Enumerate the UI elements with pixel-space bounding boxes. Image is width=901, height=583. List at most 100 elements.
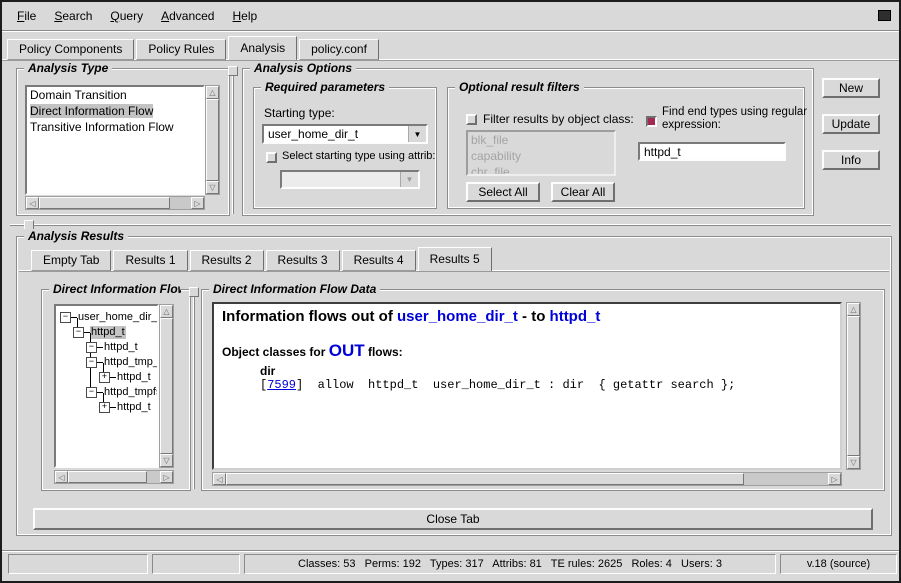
- regex-input[interactable]: httpd_t: [638, 142, 786, 161]
- scroll-thumb[interactable]: [39, 197, 170, 209]
- flow-sash[interactable]: [193, 289, 195, 489]
- flow-data-text[interactable]: Information flows out of user_home_dir_t…: [212, 302, 842, 470]
- results-tab-results-2[interactable]: Results 2: [190, 250, 264, 271]
- results-pane-sash[interactable]: [10, 224, 891, 226]
- scroll-down-icon[interactable]: ▽: [847, 456, 860, 469]
- tab-policy-rules[interactable]: Policy Rules: [136, 39, 226, 60]
- tree-node-label[interactable]: httpd_t: [103, 341, 139, 354]
- scroll-track[interactable]: [226, 473, 828, 485]
- object-class-checkbox-label[interactable]: Filter results by object class:: [483, 112, 634, 126]
- results-tab-results-5[interactable]: Results 5: [418, 247, 492, 271]
- scroll-thumb[interactable]: [206, 99, 219, 181]
- scroll-track[interactable]: [847, 316, 860, 456]
- results-tab-results-3[interactable]: Results 3: [266, 250, 340, 271]
- attrib-combobox: ▼: [280, 170, 420, 189]
- starting-type-combobox[interactable]: user_home_dir_t ▼: [262, 124, 428, 144]
- flow-sash-handle[interactable]: [189, 287, 199, 297]
- chevron-down-icon[interactable]: ▼: [408, 126, 426, 142]
- new-button[interactable]: New: [822, 78, 880, 98]
- scroll-up-icon[interactable]: △: [847, 303, 860, 316]
- analysis-type-item-transitive-information-flow[interactable]: Transitive Information Flow: [27, 119, 203, 135]
- top-pane-sash[interactable]: [232, 66, 234, 214]
- menu-item-query[interactable]: Query: [101, 6, 152, 26]
- analysis-type-item-domain-transition[interactable]: Domain Transition: [27, 87, 203, 103]
- tree-node-label[interactable]: httpd_t: [90, 326, 126, 339]
- close-tab-button[interactable]: Close Tab: [33, 508, 873, 530]
- flow-header: Information flows out of user_home_dir_t…: [222, 308, 832, 325]
- analysis-type-item-direct-information-flow[interactable]: Direct Information Flow: [27, 103, 203, 119]
- starting-type-label: Starting type:: [264, 106, 335, 120]
- scroll-track[interactable]: [68, 471, 160, 483]
- flow-data-vscrollbar[interactable]: △ ▽: [846, 302, 861, 470]
- results-tab-results-4[interactable]: Results 4: [342, 250, 416, 271]
- optional-filters-title: Optional result filters: [455, 80, 584, 94]
- tree-node-label[interactable]: httpd_tmp_t: [103, 356, 159, 369]
- update-button[interactable]: Update: [822, 114, 880, 134]
- regex-checkbox[interactable]: [646, 116, 657, 127]
- scroll-track[interactable]: [39, 197, 191, 209]
- tree-node-label[interactable]: httpd_t: [116, 401, 152, 414]
- tree-node-label[interactable]: httpd_t: [116, 371, 152, 384]
- tab-analysis[interactable]: Analysis: [228, 36, 297, 60]
- rule-number-link[interactable]: 7599: [267, 378, 296, 392]
- results-tab-bar: Empty TabResults 1Results 2Results 3Resu…: [31, 247, 494, 271]
- results-tab-results-1[interactable]: Results 1: [113, 250, 187, 271]
- tree-node-label[interactable]: user_home_dir_t: [77, 311, 159, 324]
- analysis-type-hscrollbar[interactable]: ◁ ▷: [25, 196, 205, 210]
- collapse-icon[interactable]: −: [86, 357, 97, 368]
- scroll-track[interactable]: [160, 318, 173, 454]
- select-all-label: Select All: [478, 185, 527, 199]
- attrib-checkbox[interactable]: [266, 152, 277, 163]
- analysis-type-listbox[interactable]: Domain TransitionDirect Information Flow…: [25, 85, 205, 195]
- expand-icon[interactable]: +: [99, 402, 110, 413]
- scroll-thumb[interactable]: [847, 316, 860, 456]
- scroll-down-icon[interactable]: ▽: [160, 454, 173, 467]
- scroll-left-icon[interactable]: ◁: [55, 471, 68, 483]
- collapse-icon[interactable]: −: [60, 312, 71, 323]
- regex-checkbox-label[interactable]: Find end types using regular expression:: [662, 106, 808, 132]
- object-class-name: dir: [260, 364, 832, 378]
- flow-tree-canvas: −user_home_dir_t−httpd_t−httpd_t−httpd_t…: [58, 310, 157, 466]
- collapse-icon[interactable]: −: [86, 342, 97, 353]
- results-tab-empty-tab[interactable]: Empty Tab: [31, 250, 111, 271]
- menu-item-file[interactable]: File: [8, 6, 45, 26]
- analysis-type-vscrollbar[interactable]: △ ▽: [205, 85, 220, 195]
- flow-data-hscrollbar[interactable]: ◁ ▷: [212, 472, 842, 486]
- top-pane-sash-handle[interactable]: [228, 66, 238, 76]
- collapse-icon[interactable]: −: [73, 327, 84, 338]
- flow-tree-vscrollbar[interactable]: △ ▽: [159, 304, 174, 468]
- scroll-left-icon[interactable]: ◁: [26, 197, 39, 209]
- scroll-up-icon[interactable]: △: [206, 86, 219, 99]
- collapse-icon[interactable]: −: [86, 387, 97, 398]
- select-all-button[interactable]: Select All: [466, 182, 540, 202]
- flow-target-type: httpd_t: [550, 308, 601, 325]
- clear-all-button[interactable]: Clear All: [551, 182, 615, 202]
- clear-all-label: Clear All: [561, 185, 606, 199]
- scroll-left-icon[interactable]: ◁: [213, 473, 226, 485]
- tab-policy-components[interactable]: Policy Components: [7, 39, 134, 60]
- expand-icon[interactable]: +: [99, 372, 110, 383]
- scroll-thumb[interactable]: [226, 473, 744, 485]
- object-class-item-capability: capability: [468, 148, 614, 164]
- analysis-type-group: Analysis Type Domain TransitionDirect In…: [16, 68, 230, 216]
- scroll-up-icon[interactable]: △: [160, 305, 173, 318]
- scroll-track[interactable]: [206, 99, 219, 181]
- scroll-right-icon[interactable]: ▷: [160, 471, 173, 483]
- flow-tree-hscrollbar[interactable]: ◁ ▷: [54, 470, 174, 484]
- scroll-right-icon[interactable]: ▷: [191, 197, 204, 209]
- scroll-thumb[interactable]: [160, 318, 173, 454]
- scroll-down-icon[interactable]: ▽: [206, 181, 219, 194]
- scroll-thumb[interactable]: [68, 471, 147, 483]
- object-class-checkbox[interactable]: [466, 114, 477, 125]
- scroll-right-icon[interactable]: ▷: [828, 473, 841, 485]
- menu-item-advanced[interactable]: Advanced: [152, 6, 223, 26]
- flow-tree[interactable]: −user_home_dir_t−httpd_t−httpd_t−httpd_t…: [54, 304, 159, 468]
- attrib-checkbox-label[interactable]: Select starting type using attrib:: [282, 150, 435, 162]
- menu-item-help[interactable]: Help: [223, 6, 266, 26]
- tree-row: −user_home_dir_t: [58, 310, 157, 325]
- info-button[interactable]: Info: [822, 150, 880, 170]
- tree-node-label[interactable]: httpd_tmpfs_: [103, 386, 159, 399]
- tab-policy-conf[interactable]: policy.conf: [299, 39, 379, 60]
- close-tab-label: Close Tab: [426, 512, 479, 526]
- menu-item-search[interactable]: Search: [45, 6, 101, 26]
